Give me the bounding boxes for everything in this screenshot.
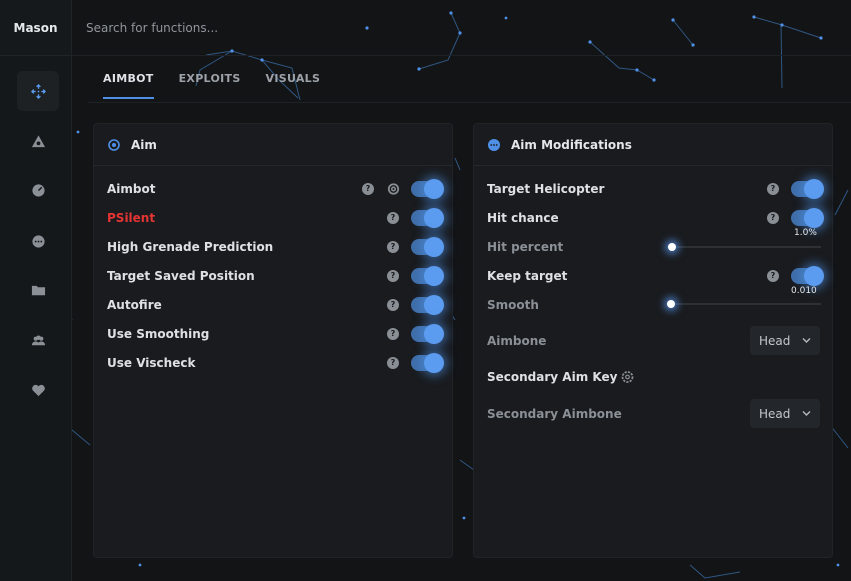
grenade-prediction-toggle[interactable] xyxy=(411,236,444,257)
tab-divider xyxy=(88,102,851,103)
mod-row-target-helicopter: Target Helicopter ? xyxy=(474,174,832,203)
mod-row-secondary-key: Secondary Aim Key xyxy=(474,362,832,391)
aim-panel-title: Aim xyxy=(131,137,157,152)
aim-panel: Aim Aimbot ? PSilent ? High Grenade Pred… xyxy=(93,123,453,558)
secondary-aimbone-value: Head xyxy=(759,406,791,421)
more-icon xyxy=(31,234,45,248)
aim-row-smoothing: Use Smoothing ? xyxy=(94,319,452,348)
slider-knob[interactable] xyxy=(668,243,677,251)
chevron-down-icon xyxy=(802,411,811,416)
psilent-toggle[interactable] xyxy=(411,207,444,228)
saved-position-toggle[interactable] xyxy=(411,265,444,286)
help-icon[interactable]: ? xyxy=(387,298,399,311)
secondary-aimbone-select[interactable]: Head xyxy=(750,399,820,428)
smoothing-toggle[interactable] xyxy=(411,323,444,344)
gear-icon[interactable] xyxy=(387,182,400,195)
users-icon xyxy=(31,334,45,345)
app-name: Mason xyxy=(13,20,58,35)
help-icon[interactable]: ? xyxy=(767,182,779,195)
keep-target-label: Keep target xyxy=(487,268,568,283)
smooth-slider[interactable] xyxy=(667,300,821,308)
header-divider xyxy=(72,55,851,56)
sidebar xyxy=(0,56,72,581)
help-icon[interactable]: ? xyxy=(387,269,399,282)
smooth-label: Smooth xyxy=(487,297,539,312)
aim-row-vischeck: Use Vischeck ? xyxy=(94,348,452,377)
sidebar-item-aimbot[interactable] xyxy=(17,71,59,111)
mod-row-secondary-aimbone: Secondary Aimbone Head xyxy=(474,399,832,428)
hit-percent-label: Hit percent xyxy=(487,239,564,254)
help-icon[interactable]: ? xyxy=(387,356,399,369)
gear-icon[interactable] xyxy=(621,370,634,383)
sidebar-item-misc[interactable] xyxy=(17,221,59,261)
tab-bar: AIMBOT EXPLOITS VISUALS xyxy=(103,72,320,99)
aim-panel-header: Aim xyxy=(94,124,452,166)
mod-row-keep-target: Keep target ? xyxy=(474,261,832,290)
mod-row-hit-percent: Hit percent xyxy=(474,232,832,261)
aimbot-toggle[interactable] xyxy=(411,178,444,199)
hit-chance-label: Hit chance xyxy=(487,210,559,225)
sidebar-item-visuals[interactable] xyxy=(17,121,59,161)
aim-modifications-header: Aim Modifications xyxy=(474,124,832,166)
more-icon xyxy=(488,138,500,151)
aim-row-psilent: PSilent ? xyxy=(94,203,452,232)
help-icon[interactable]: ? xyxy=(387,240,399,253)
aimbone-value: Head xyxy=(759,333,791,348)
target-icon xyxy=(108,138,120,151)
aimbot-label: Aimbot xyxy=(107,181,156,196)
mod-row-aimbone: Aimbone Head xyxy=(474,326,832,355)
aimbone-label: Aimbone xyxy=(487,333,547,348)
heart-icon xyxy=(31,384,45,396)
help-icon[interactable]: ? xyxy=(362,182,374,195)
hit-chance-toggle[interactable] xyxy=(791,207,824,228)
autofire-label: Autofire xyxy=(107,297,162,312)
tab-exploits[interactable]: EXPLOITS xyxy=(179,72,241,99)
tab-aimbot[interactable]: AIMBOT xyxy=(103,72,154,99)
target-helicopter-label: Target Helicopter xyxy=(487,181,605,196)
autofire-toggle[interactable] xyxy=(411,294,444,315)
aim-row-grenade: High Grenade Prediction ? xyxy=(94,232,452,261)
grenade-prediction-label: High Grenade Prediction xyxy=(107,239,274,254)
secondary-aim-key-label: Secondary Aim Key xyxy=(487,369,618,384)
aimbone-select[interactable]: Head xyxy=(750,326,820,355)
sidebar-item-favorites[interactable] xyxy=(17,370,59,410)
aim-row-aimbot: Aimbot ? xyxy=(94,174,452,203)
saved-position-label: Target Saved Position xyxy=(107,268,255,283)
smoothing-label: Use Smoothing xyxy=(107,326,210,341)
aim-modifications-panel: Aim Modifications Target Helicopter ? Hi… xyxy=(473,123,833,558)
app-brand: Mason xyxy=(0,0,72,56)
hit-percent-slider[interactable] xyxy=(667,243,821,251)
tab-visuals[interactable]: VISUALS xyxy=(266,72,321,99)
help-icon[interactable]: ? xyxy=(767,211,779,224)
psilent-label: PSilent xyxy=(107,210,156,225)
secondary-aimbone-label: Secondary Aimbone xyxy=(487,406,622,421)
aim-row-autofire: Autofire ? xyxy=(94,290,452,319)
vischeck-toggle[interactable] xyxy=(411,352,444,373)
sidebar-item-players[interactable] xyxy=(17,320,59,360)
chevron-down-icon xyxy=(802,338,811,343)
help-icon[interactable]: ? xyxy=(767,269,779,282)
sidebar-item-configs[interactable] xyxy=(17,270,59,310)
gauge-icon xyxy=(31,183,45,197)
help-icon[interactable]: ? xyxy=(387,327,399,340)
keep-target-toggle[interactable] xyxy=(791,265,824,286)
folder-icon xyxy=(31,285,45,295)
mod-row-smooth: Smooth xyxy=(474,290,832,319)
slider-knob[interactable] xyxy=(667,300,675,308)
help-icon[interactable]: ? xyxy=(387,211,399,224)
vischeck-label: Use Vischeck xyxy=(107,355,196,370)
eye-triangle-icon xyxy=(31,134,45,147)
search-input[interactable] xyxy=(86,18,386,38)
aim-row-saved-position: Target Saved Position ? xyxy=(94,261,452,290)
target-helicopter-toggle[interactable] xyxy=(791,178,824,199)
sidebar-item-speed[interactable] xyxy=(17,170,59,210)
mod-row-hit-chance: Hit chance ? xyxy=(474,203,832,232)
crosshair-icon xyxy=(30,83,46,99)
aim-modifications-title: Aim Modifications xyxy=(511,137,632,152)
